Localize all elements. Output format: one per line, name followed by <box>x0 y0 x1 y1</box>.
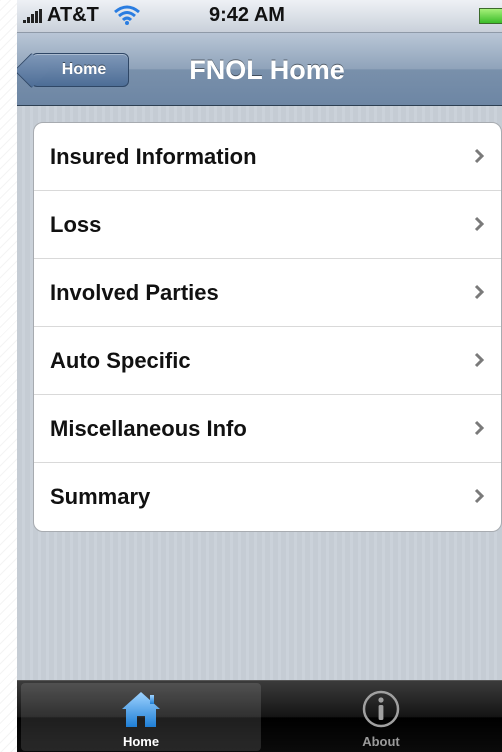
chevron-right-icon <box>474 352 485 368</box>
chevron-right-icon <box>474 488 485 504</box>
list-item-label: Loss <box>50 211 102 237</box>
back-button-home[interactable]: Home <box>31 53 129 87</box>
tab-label: Home <box>122 734 160 749</box>
navigation-bar: Home FNOL Home <box>17 33 502 106</box>
list-item-label: Involved Parties <box>50 279 219 305</box>
phone-screen: AT&T 9:42 AM Home FNOL Home Insured Info… <box>17 0 502 752</box>
list-item-label: Summary <box>50 484 151 509</box>
status-bar: AT&T 9:42 AM <box>17 0 502 33</box>
chevron-right-icon <box>474 148 485 164</box>
tab-about[interactable]: About <box>261 683 501 751</box>
chevron-right-icon <box>474 216 485 232</box>
list-item-miscellaneous-info[interactable]: Miscellaneous Info <box>34 395 501 463</box>
list-item-label: Miscellaneous Info <box>50 415 247 441</box>
menu-list: Insured Information Loss Involved Partie… <box>33 122 502 532</box>
tab-bar: Home About <box>17 680 502 752</box>
wifi-icon <box>114 5 140 25</box>
list-item-insured-information[interactable]: Insured Information <box>34 123 501 191</box>
tab-label: About <box>362 734 400 749</box>
list-item-auto-specific[interactable]: Auto Specific <box>34 327 501 395</box>
content-area: Insured Information Loss Involved Partie… <box>17 106 502 680</box>
status-time: 9:42 AM <box>209 4 285 26</box>
chevron-right-icon <box>474 284 485 300</box>
carrier-name: AT&T <box>47 4 99 26</box>
list-item-summary[interactable]: Summary <box>34 463 501 531</box>
list-item-loss[interactable]: Loss <box>34 191 501 259</box>
battery-icon <box>479 8 502 24</box>
chevron-right-icon <box>474 420 485 436</box>
back-button-label: Home <box>61 61 107 78</box>
list-item-involved-parties[interactable]: Involved Parties <box>34 259 501 327</box>
info-icon <box>362 690 400 728</box>
page-title: FNOL Home <box>189 55 345 85</box>
home-icon <box>122 692 160 727</box>
signal-strength-icon <box>23 9 43 23</box>
list-item-label: Insured Information <box>50 143 257 169</box>
tab-home[interactable]: Home <box>21 683 261 751</box>
list-item-label: Auto Specific <box>50 347 191 373</box>
